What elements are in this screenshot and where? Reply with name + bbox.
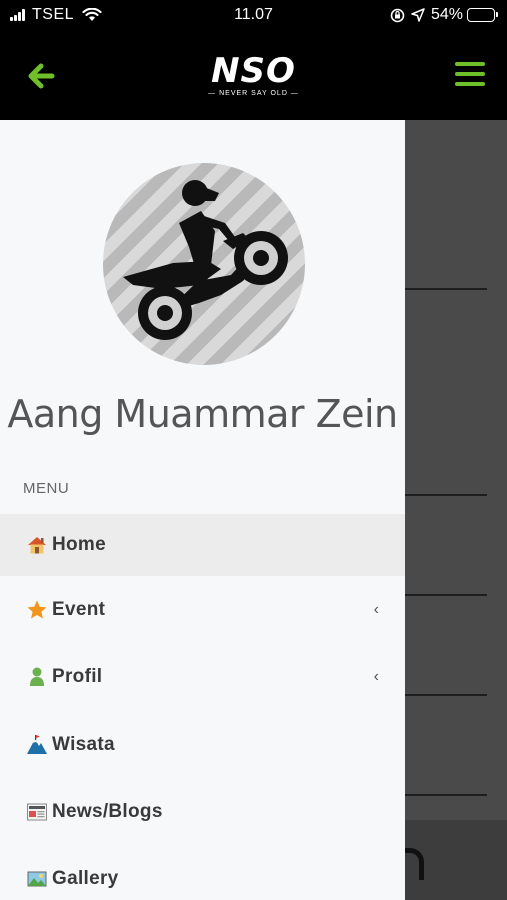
status-bar-right: 54% — [390, 6, 498, 24]
user-name: Aang Muammar Zein — [7, 392, 398, 436]
logo-mark: NSO — [211, 51, 296, 91]
backdrop-divider — [405, 494, 487, 496]
nav-item-profil[interactable]: Profil ‹ — [0, 646, 405, 708]
nav-item-home[interactable]: Home — [0, 514, 405, 576]
mountain-icon — [26, 734, 48, 756]
nav-item-label: Event — [52, 599, 106, 620]
app-logo: NSO — NEVER SAY OLD — — [0, 52, 507, 97]
nav-item-label: Gallery — [52, 868, 119, 889]
house-icon — [26, 534, 48, 556]
status-bar: TSEL 11.07 54% — [0, 0, 507, 34]
avatar — [103, 163, 305, 365]
nav-item-label: Profil — [52, 666, 103, 687]
motocross-rider-avatar — [123, 180, 288, 340]
chevron-left-icon[interactable]: ‹ — [374, 601, 379, 619]
nav-item-gallery[interactable]: Gallery — [0, 848, 405, 900]
person-icon — [26, 666, 48, 688]
nav-item-label: Home — [52, 534, 106, 555]
backdrop-divider — [405, 288, 487, 290]
location-icon — [411, 8, 425, 22]
nav-item-label: Wisata — [52, 734, 115, 755]
hamburger-menu-icon[interactable] — [455, 62, 485, 88]
menu-section-label: MENU — [23, 480, 70, 497]
backdrop-divider — [405, 594, 487, 596]
chevron-left-icon[interactable]: ‹ — [374, 668, 379, 686]
app-header: NSO — NEVER SAY OLD — — [0, 34, 507, 120]
screen-lock-icon — [390, 8, 405, 22]
navigation-drawer: Aang Muammar Zein MENU Home Event ‹ Prof… — [0, 120, 405, 900]
picture-icon — [26, 868, 48, 890]
star-icon — [26, 599, 48, 621]
backdrop-divider — [405, 694, 487, 696]
logo-tagline: — NEVER SAY OLD — — [208, 90, 299, 97]
nav-item-label: News/Blogs — [52, 801, 163, 822]
newspaper-icon — [26, 801, 48, 823]
battery-percent: 54% — [430, 6, 463, 23]
backdrop-divider — [405, 794, 487, 796]
nav-item-news-blogs[interactable]: News/Blogs — [0, 781, 405, 843]
nav-item-wisata[interactable]: Wisata — [0, 714, 405, 776]
battery-icon — [467, 8, 498, 22]
nav-item-event[interactable]: Event ‹ — [0, 579, 405, 641]
